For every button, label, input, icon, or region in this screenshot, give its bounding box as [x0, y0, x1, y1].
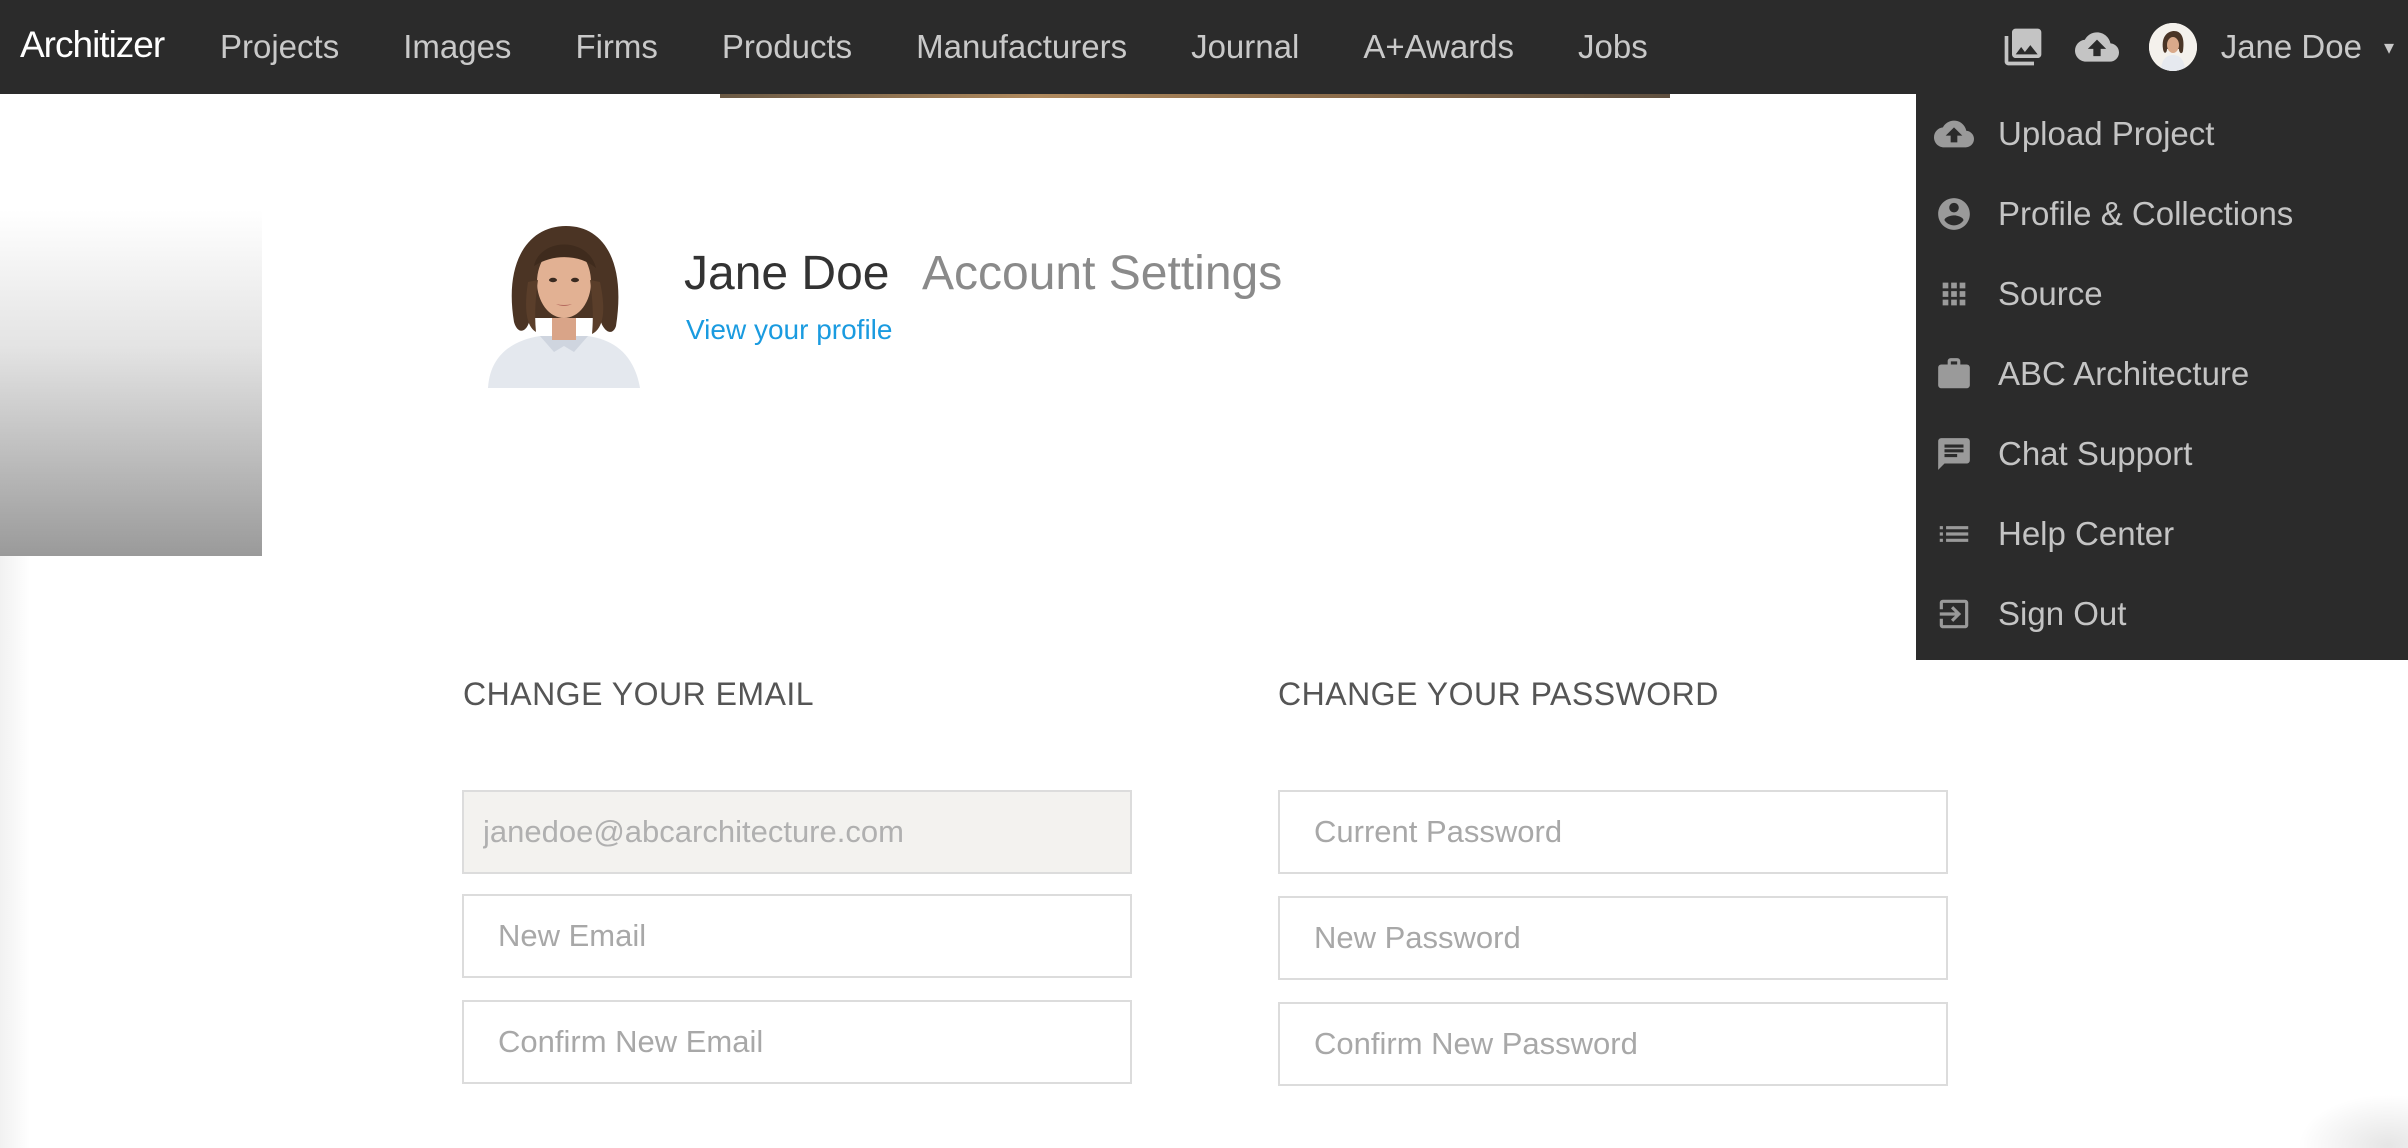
side-shadow [0, 556, 30, 1148]
menu-item-label: Upload Project [1998, 115, 2215, 152]
confirm-password-field[interactable] [1278, 1002, 1948, 1086]
nav-item-images[interactable]: Images [403, 28, 511, 66]
grid-icon [1934, 274, 1974, 314]
profile-photo [484, 222, 644, 388]
user-dropdown-menu: Upload Project Profile & Collections Sou… [1916, 94, 2408, 660]
hero-image-strip [720, 94, 1670, 98]
menu-item-label: ABC Architecture [1998, 355, 2250, 392]
nav-item-manufacturers[interactable]: Manufacturers [916, 28, 1127, 66]
user-name[interactable]: Jane Doe [2221, 28, 2362, 66]
menu-item-upload-project[interactable]: Upload Project [1916, 94, 2408, 174]
account-circle-icon [1934, 194, 1974, 234]
nav-item-journal[interactable]: Journal [1191, 28, 1299, 66]
exit-icon [1934, 594, 1974, 634]
chevron-down-icon[interactable]: ▾ [2384, 35, 2394, 60]
change-email-heading: CHANGE YOUR EMAIL [463, 676, 815, 712]
profile-name: Jane Doe [684, 247, 890, 300]
menu-item-chat-support[interactable]: Chat Support [1916, 414, 2408, 494]
list-icon [1934, 514, 1974, 554]
user-avatar[interactable] [2148, 23, 2197, 71]
user-toolbar: Jane Doe ▾ [2001, 0, 2408, 94]
nav-item-aawards[interactable]: A+Awards [1363, 28, 1514, 66]
menu-item-label: Source [1998, 275, 2103, 312]
cloud-upload-icon [1934, 114, 1974, 154]
menu-item-help-center[interactable]: Help Center [1916, 494, 2408, 574]
confirm-email-field[interactable] [462, 1000, 1132, 1084]
nav-item-jobs[interactable]: Jobs [1578, 28, 1648, 66]
nav-item-projects[interactable]: Projects [220, 28, 339, 66]
architizer-logo[interactable]: Architizer [20, 24, 165, 66]
main-nav: Projects Images Firms Products Manufactu… [220, 0, 1712, 94]
change-password-heading: CHANGE YOUR PASSWORD [1278, 676, 1719, 712]
page-title: Account Settings [922, 247, 1283, 300]
menu-item-abc-architecture[interactable]: ABC Architecture [1916, 334, 2408, 414]
nav-item-products[interactable]: Products [722, 28, 852, 66]
image-library-icon[interactable] [2001, 25, 2045, 69]
menu-item-label: Chat Support [1998, 435, 2193, 472]
current-password-field[interactable] [1278, 790, 1948, 874]
menu-item-source[interactable]: Source [1916, 254, 2408, 334]
nav-item-firms[interactable]: Firms [575, 28, 657, 66]
view-profile-link[interactable]: View your profile [686, 314, 892, 346]
top-navigation-bar: Architizer Projects Images Firms Product… [0, 0, 2408, 94]
current-email-field [462, 790, 1132, 874]
new-email-field[interactable] [462, 894, 1132, 978]
side-decorative-block [0, 94, 262, 556]
menu-item-label: Sign Out [1998, 595, 2127, 632]
menu-item-profile-collections[interactable]: Profile & Collections [1916, 174, 2408, 254]
menu-item-label: Profile & Collections [1998, 195, 2294, 232]
briefcase-icon [1934, 354, 1974, 394]
new-password-field[interactable] [1278, 896, 1948, 980]
corner-shadow [2290, 1090, 2408, 1148]
chat-icon [1934, 434, 1974, 474]
menu-item-sign-out[interactable]: Sign Out [1916, 574, 2408, 654]
cloud-upload-icon[interactable] [2074, 25, 2119, 69]
menu-item-label: Help Center [1998, 515, 2175, 552]
